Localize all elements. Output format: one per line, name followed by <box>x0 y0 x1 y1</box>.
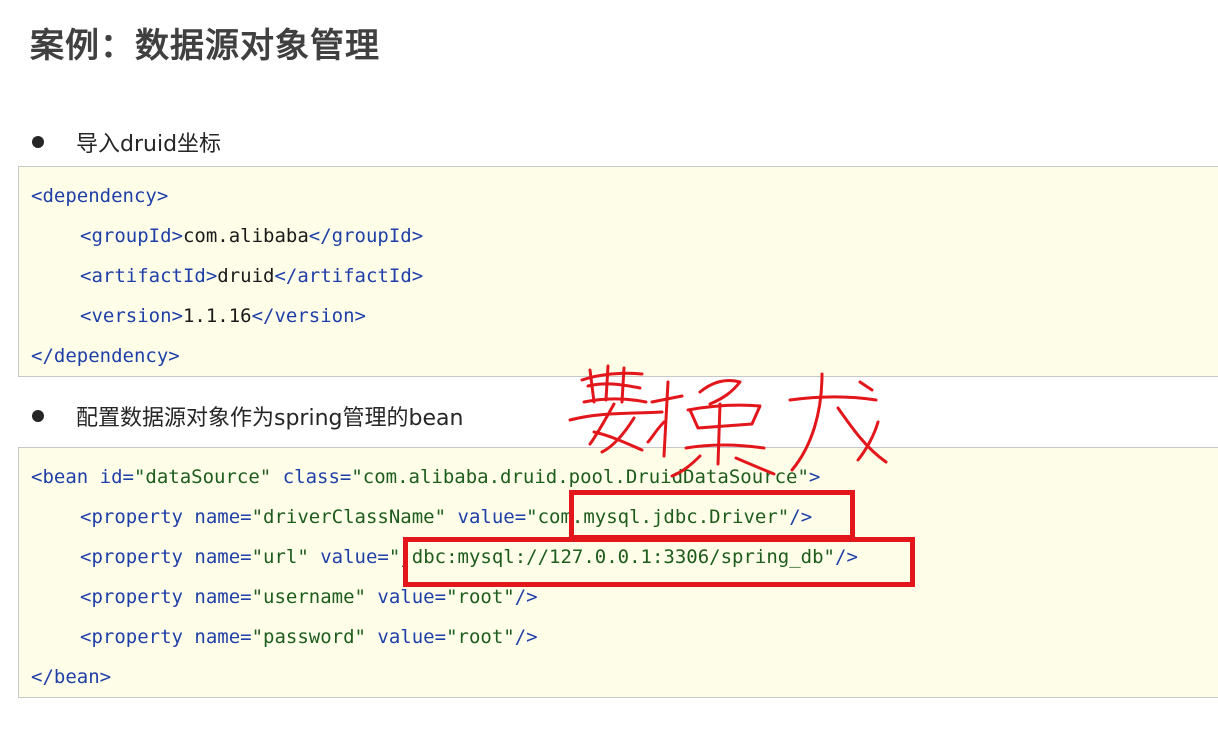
xml-attr: name= <box>182 626 252 648</box>
xml-tag: </bean> <box>31 666 112 688</box>
page-title: 案例：数据源对象管理 <box>30 26 380 66</box>
xml-value: "username" <box>251 586 366 608</box>
xml-attr: value= <box>446 506 527 528</box>
xml-tag: <property <box>80 626 183 648</box>
xml-attr: value= <box>365 586 447 608</box>
xml-tag: <bean <box>31 466 89 488</box>
xml-tag: </dependency> <box>31 345 180 367</box>
code-line: <property name="password" value="root"/> <box>80 626 538 648</box>
xml-value: "driverClassName" <box>251 506 447 528</box>
xml-value: "dataSource" <box>133 466 272 488</box>
xml-value: "password" <box>251 626 366 648</box>
xml-tag: <version> <box>80 305 183 327</box>
xml-tag: /> <box>514 626 538 648</box>
xml-attr: name= <box>182 546 252 568</box>
bullet-label: 配置数据源对象作为spring管理的bean <box>76 406 464 431</box>
handwritten-annotation <box>568 364 888 478</box>
xml-tag: <property <box>80 546 183 568</box>
code-line: <property name="username" value="root"/> <box>80 586 538 608</box>
xml-tag: <property <box>80 586 183 608</box>
xml-attr: value= <box>365 626 447 648</box>
xml-text: 1.1.16 <box>182 305 252 327</box>
xml-tag: <dependency> <box>31 185 169 207</box>
xml-tag: </groupId> <box>308 225 424 247</box>
xml-text: com.alibaba <box>182 225 309 247</box>
xml-attr: name= <box>182 586 252 608</box>
code-line: <version>1.1.16</version> <box>80 305 366 327</box>
bullet-item-configure-bean: 配置数据源对象作为spring管理的bean <box>30 400 463 432</box>
highlight-box-driver <box>569 490 855 540</box>
xml-tag: </artifactId> <box>274 265 424 287</box>
highlight-box-url <box>403 537 915 587</box>
bullet-item-import-druid: 导入druid坐标 <box>30 126 221 158</box>
xml-text: druid <box>217 265 275 287</box>
bullet-label: 导入druid坐标 <box>76 132 222 157</box>
code-line: <artifactId>druid</artifactId> <box>80 265 423 287</box>
xml-attr: id= <box>88 466 134 488</box>
code-line: </dependency> <box>31 345 180 367</box>
xml-attr: value= <box>308 546 389 568</box>
code-line: </bean> <box>31 666 111 688</box>
dependency-code-block: <dependency> <groupId>com.alibaba</group… <box>18 166 1218 377</box>
xml-attr: class= <box>271 466 352 488</box>
bullet-dot-icon <box>32 410 44 422</box>
xml-value: "root" <box>446 586 515 608</box>
xml-tag: <artifactId> <box>80 265 218 287</box>
bullet-dot-icon <box>32 136 44 148</box>
xml-tag: <property <box>80 506 183 528</box>
xml-value: "url" <box>251 546 309 568</box>
code-line: <groupId>com.alibaba</groupId> <box>80 225 423 247</box>
xml-tag: /> <box>514 586 538 608</box>
xml-value: "root" <box>446 626 515 648</box>
xml-tag: </version> <box>251 305 366 327</box>
xml-tag: <groupId> <box>80 225 183 247</box>
code-line: <dependency> <box>31 185 168 207</box>
xml-attr: name= <box>182 506 252 528</box>
